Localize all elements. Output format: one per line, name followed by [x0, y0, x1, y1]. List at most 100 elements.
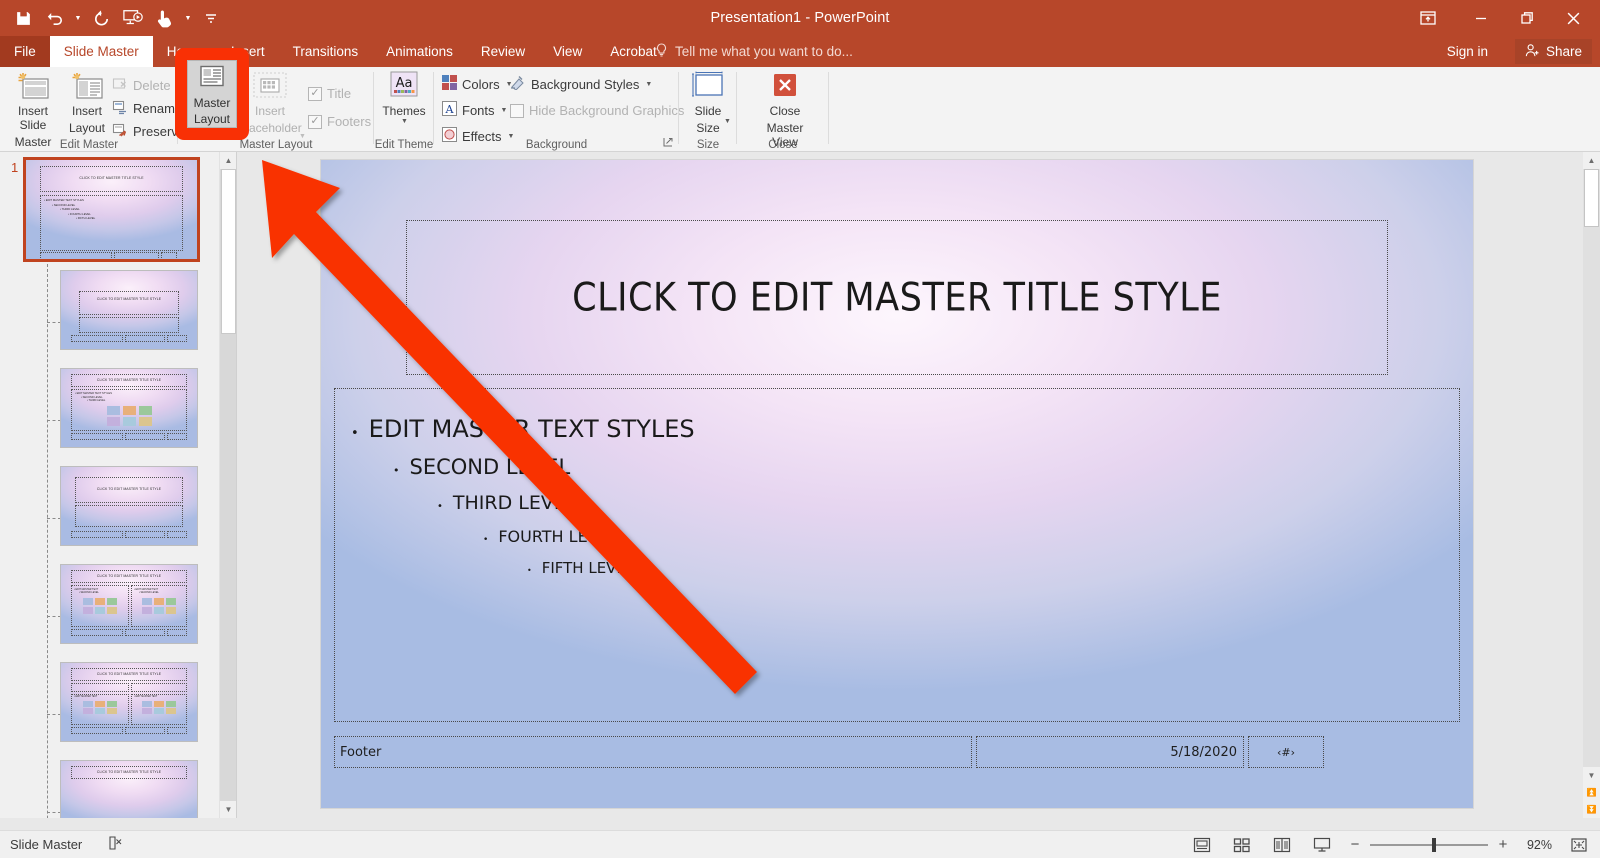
slide-footer-placeholder[interactable]: Footer — [334, 736, 972, 768]
thumb-title-placeholder: CLICK TO EDIT MASTER TITLE STYLE — [79, 291, 179, 315]
bullet-icon: • — [527, 566, 532, 575]
themes-dropdown-icon[interactable]: ▼ — [401, 118, 408, 125]
thumb-title-placeholder: CLICK TO EDIT MASTER TITLE STYLE — [71, 766, 187, 779]
fit-slide-to-window-icon[interactable] — [1566, 834, 1592, 856]
tab-animations[interactable]: Animations — [372, 36, 467, 67]
thumb-title-text: CLICK TO EDIT MASTER TITLE STYLE — [72, 574, 186, 578]
bullet-icon: • — [351, 426, 359, 441]
rename-master-button[interactable]: Rename — [112, 99, 182, 118]
close-master-view-button[interactable]: Close Master View — [754, 71, 816, 149]
themes-button[interactable]: Aa Themes ▼ — [375, 71, 433, 125]
restore-icon[interactable] — [1504, 0, 1550, 36]
tab-transitions[interactable]: Transitions — [279, 36, 373, 67]
zoom-slider-handle[interactable] — [1432, 838, 1436, 852]
thumb-title-placeholder: CLICK TO EDIT MASTER TITLE STYLE — [71, 570, 187, 583]
thumbnail-layout-title-only[interactable]: CLICK TO EDIT MASTER TITLE STYLE — [60, 760, 198, 818]
body-level-1: • EDIT MASTER TEXT STYLES — [351, 415, 695, 443]
reading-view-icon[interactable] — [1269, 834, 1295, 856]
tab-slide-master[interactable]: Slide Master — [50, 36, 153, 67]
accessibility-check-icon[interactable] — [108, 835, 126, 854]
ribbon-group-edit-theme: Aa Themes ▼ Edit Theme — [374, 67, 434, 152]
tab-review[interactable]: Review — [467, 36, 539, 67]
scroll-up-icon[interactable]: ▲ — [1583, 152, 1600, 169]
scroll-thumb[interactable] — [1584, 169, 1599, 227]
theme-colors-button[interactable]: Colors ▼ — [442, 75, 513, 93]
scroll-thumb[interactable] — [221, 169, 236, 334]
layout-connector-line — [47, 264, 48, 818]
slide-number-placeholder[interactable]: ‹#› — [1248, 736, 1324, 768]
insert-layout-button[interactable]: Insert Layout — [58, 71, 116, 135]
theme-fonts-button[interactable]: A Fonts ▼ — [442, 101, 507, 119]
thumb-number-placeholder — [167, 531, 187, 538]
thumb-text-placeholder — [75, 505, 183, 527]
slide-body-placeholder[interactable]: • EDIT MASTER TEXT STYLES • SECOND LEVEL… — [334, 388, 1460, 722]
close-icon[interactable] — [1550, 0, 1596, 36]
thumb-heading-right-placeholder — [131, 683, 187, 692]
share-label: Share — [1546, 44, 1582, 59]
slide-size-button[interactable]: Slide Size ▼ — [679, 71, 737, 135]
scroll-down-icon[interactable]: ▼ — [220, 801, 237, 818]
background-styles-button[interactable]: Background Styles ▼ — [510, 75, 652, 93]
thumb-footer-placeholder — [71, 531, 123, 538]
slide-sorter-icon[interactable] — [1229, 834, 1255, 856]
sign-in-button[interactable]: Sign in — [1447, 36, 1488, 67]
ribbon-display-options-icon[interactable] — [1408, 0, 1448, 36]
thumb-title-text: CLICK TO EDIT MASTER TITLE STYLE — [72, 378, 186, 382]
scroll-up-icon[interactable]: ▲ — [220, 152, 237, 169]
svg-text:A: A — [445, 103, 455, 116]
insert-slide-master-button[interactable]: Insert Slide Master — [4, 71, 62, 149]
layout-connector-stub — [47, 518, 61, 519]
zoom-percent-label: 92% — [1518, 838, 1552, 852]
window-controls — [1408, 0, 1596, 36]
slide-date-placeholder[interactable]: 5/18/2020 — [976, 736, 1244, 768]
thumb-date-placeholder — [125, 629, 165, 636]
ribbon-tabs: File Slide Master Home Insert Transition… — [0, 36, 671, 67]
thumbnail-layout-comparison[interactable]: CLICK TO EDIT MASTER TITLE STYLE • EDIT … — [60, 662, 198, 742]
title-checkbox-label: Title — [327, 86, 351, 101]
colors-icon — [442, 75, 457, 93]
slide-title-placeholder[interactable]: CLICK TO EDIT MASTER TITLE STYLE — [406, 220, 1388, 375]
background-styles-dropdown-icon[interactable]: ▼ — [645, 81, 652, 88]
next-slide-icon[interactable]: ⏬ — [1583, 801, 1600, 818]
body-level-1-text: EDIT MASTER TEXT STYLES — [369, 415, 695, 443]
slide-size-dropdown-icon[interactable]: ▼ — [724, 118, 731, 125]
tab-view[interactable]: View — [539, 36, 596, 67]
zoom-out-button[interactable]: − — [1349, 836, 1361, 853]
slide-master-thumbnail-panel[interactable]: 1 CLICK TO EDIT MASTER TITLE STYLE • EDI… — [0, 152, 219, 818]
thumbnail-layout-section-header[interactable]: CLICK TO EDIT MASTER TITLE STYLE — [60, 466, 198, 546]
thumbnail-panel-scrollbar[interactable]: ▲ ▼ — [219, 152, 236, 818]
minimize-icon[interactable] — [1458, 0, 1504, 36]
fonts-dropdown-icon[interactable]: ▼ — [501, 107, 508, 114]
thumbnail-layout-two-content[interactable]: CLICK TO EDIT MASTER TITLE STYLE • EDIT … — [60, 564, 198, 644]
normal-view-icon[interactable] — [1189, 834, 1215, 856]
hide-background-graphics-checkbox[interactable]: Hide Background Graphics — [510, 103, 684, 118]
title-checkbox[interactable]: Title — [308, 86, 351, 101]
footers-checkbox[interactable]: Footers — [308, 114, 371, 129]
slide-master-canvas[interactable]: CLICK TO EDIT MASTER TITLE STYLE • EDIT … — [321, 160, 1473, 808]
themes-icon: Aa — [388, 71, 420, 101]
scroll-track[interactable] — [220, 169, 237, 801]
share-button[interactable]: Share — [1515, 39, 1592, 64]
thumbnail-slide-master[interactable]: CLICK TO EDIT MASTER TITLE STYLE • EDIT … — [23, 157, 200, 262]
slide-edit-area[interactable]: CLICK TO EDIT MASTER TITLE STYLE • EDIT … — [237, 152, 1563, 818]
body-level-4-text: FOURTH LEVEL — [498, 527, 617, 546]
thumbnail-layout-title-slide[interactable]: CLICK TO EDIT MASTER TITLE STYLE — [60, 270, 198, 350]
tab-file[interactable]: File — [0, 36, 50, 67]
delete-label: Delete — [133, 78, 171, 93]
thumbnail-layout-title-content[interactable]: CLICK TO EDIT MASTER TITLE STYLE • EDIT … — [60, 368, 198, 448]
layout-connector-stub — [47, 420, 61, 421]
background-dialog-launcher[interactable] — [661, 135, 675, 149]
master-layout-icon-highlighted — [198, 65, 226, 94]
scroll-down-icon[interactable]: ▼ — [1583, 767, 1600, 784]
master-layout-button-highlighted[interactable]: Master Layout — [187, 60, 237, 128]
zoom-control[interactable]: − + 92% — [1349, 836, 1552, 853]
slideshow-icon[interactable] — [1309, 834, 1335, 856]
scroll-track[interactable] — [1583, 169, 1600, 767]
slide-area-scrollbar[interactable]: ▲ ▼ ⏫ ⏬ — [1583, 152, 1600, 818]
insert-placeholder-label-1: Insert — [255, 104, 285, 118]
previous-slide-icon[interactable]: ⏫ — [1583, 784, 1600, 801]
zoom-slider[interactable] — [1370, 838, 1488, 852]
zoom-in-button[interactable]: + — [1497, 836, 1509, 853]
insert-placeholder-icon — [251, 71, 289, 101]
tell-me-search[interactable]: Tell me what you want to do... — [655, 36, 853, 67]
